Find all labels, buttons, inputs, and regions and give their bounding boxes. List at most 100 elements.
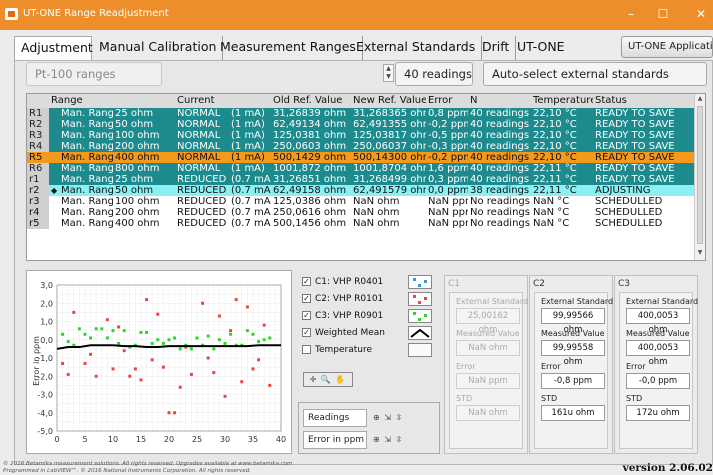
tab-ut-one[interactable]: UT-ONE — [511, 36, 571, 60]
x-axis-icons[interactable]: ⊕ ⇲ ⇳ — [373, 409, 403, 427]
cell-temperature: NaN °C — [531, 218, 593, 229]
table-row[interactable]: R4 Man. Range200 ohmNORMAL(1 mA)250,0603 … — [27, 141, 695, 152]
table-row[interactable]: R5 Man. Range400 ohmNORMAL(1 mA)500,1429 … — [27, 152, 695, 163]
close-button[interactable]: ✕ — [690, 4, 712, 24]
tab-adjustment[interactable]: Adjustment — [14, 36, 93, 60]
cell-current-ma: (1 mA) — [229, 130, 271, 141]
table-row[interactable]: r5 Man. Range400 ohmREDUCED(0.7 mA)500,14… — [27, 218, 695, 229]
legend-checkbox[interactable] — [302, 345, 311, 354]
data-point — [122, 349, 126, 353]
cell-status: READY TO SAVE — [593, 163, 695, 174]
x-axis-field[interactable]: Readings — [303, 409, 367, 427]
y-tick-label: 2,0 — [40, 299, 53, 308]
legend-swatch-icon[interactable] — [408, 275, 432, 289]
header-new-ref[interactable]: New Ref. Value — [351, 94, 426, 108]
legend-checkbox[interactable]: ✓ — [302, 311, 311, 320]
tab-measurement-ranges[interactable]: Measurement Ranges — [214, 36, 363, 60]
row-id: r3 — [27, 196, 49, 207]
legend-item[interactable]: ✓ C1: VHP R0401 — [298, 275, 440, 289]
scroll-down-arrow-icon[interactable]: ▼ — [696, 249, 704, 257]
header-temperature[interactable]: Temperature — [531, 94, 593, 108]
cell-n: 40 readings — [468, 141, 531, 152]
cell-error: -0,5 ppm — [426, 130, 468, 141]
external-standard-value: 99,99566 ohm — [541, 308, 605, 335]
x-tick-label: 40 — [276, 435, 286, 444]
cell-old-ref: 31,26839 ohm — [271, 108, 351, 119]
cell-range-value: 800 ohm — [113, 163, 175, 174]
error-value: -0,8 ppm — [541, 373, 605, 389]
error-label: Error — [456, 362, 476, 371]
table-row[interactable]: R1 Man. Range25 ohmNORMAL(1 mA)31,26839 o… — [27, 108, 695, 119]
legend-swatch-icon[interactable] — [408, 309, 432, 323]
channel-group-c1: C1 External Standard 25,00162 ohm Measured … — [444, 275, 528, 454]
range-set-selector[interactable]: Pt-100 ranges — [26, 62, 162, 86]
cell-temperature: 22,10 °C — [531, 141, 593, 152]
header-old-ref[interactable]: Old Ref. Value — [271, 94, 351, 108]
ut-one-application-button[interactable]: UT-ONE Application — [621, 36, 713, 58]
cell-current-ma: (1 mA) — [229, 108, 271, 119]
scroll-up-arrow-icon[interactable]: ▲ — [696, 95, 704, 103]
table-scrollbar[interactable]: ▲ ▼ — [694, 94, 705, 260]
cell-new-ref: 62,491355 ohm — [351, 119, 426, 130]
maximize-button[interactable]: ☐ — [652, 4, 674, 24]
y-axis-icons[interactable]: ⊕ ⇲ ⇳ — [373, 431, 403, 449]
legend-item[interactable]: ✓ Weighted Mean — [298, 326, 440, 340]
header-error[interactable]: Error — [426, 94, 468, 108]
external-standard-value: 400,0053 ohm — [626, 308, 690, 335]
table-row[interactable]: r4 Man. Range200 ohmREDUCED(0.7 mA)250,06… — [27, 207, 695, 218]
y-tick-label: -5,0 — [37, 427, 53, 436]
measured-value-label: Measured Value — [626, 329, 690, 338]
cell-range: Man. Range — [49, 108, 113, 119]
auto-select-standards-button[interactable]: Auto-select external standards — [483, 62, 707, 86]
legend-checkbox[interactable]: ✓ — [302, 328, 311, 337]
data-point — [268, 336, 272, 340]
table-row[interactable]: R3 Man. Range100 ohmNORMAL(1 mA)125,0381 … — [27, 130, 695, 141]
minimize-button[interactable]: – — [620, 4, 642, 24]
legend-item[interactable]: ✓ C2: VHP R0101 — [298, 292, 440, 306]
legend-label: C2: VHP R0101 — [315, 294, 384, 304]
data-point — [156, 338, 160, 342]
cell-current: NORMAL — [175, 130, 229, 141]
header-range[interactable]: Range — [49, 94, 113, 108]
cell-range: Man. Range — [49, 130, 113, 141]
data-point — [251, 332, 255, 336]
table-row[interactable]: R6 Man. Range800 ohmNORMAL(1 mA)1001,872 … — [27, 163, 695, 174]
y-axis-field[interactable]: Error in ppm — [303, 431, 367, 449]
data-point — [145, 330, 149, 334]
table-row[interactable]: r1 Man. Range25 ohmREDUCED(0.7 mA)31,2685… — [27, 174, 695, 185]
legend-swatch-icon[interactable] — [408, 343, 432, 357]
cell-new-ref: 125,03817 ohm — [351, 130, 426, 141]
cell-current: NORMAL — [175, 108, 229, 119]
cell-new-ref: NaN ohm — [351, 196, 426, 207]
range-label: Man. Range — [61, 218, 113, 229]
data-point — [173, 336, 177, 340]
readings-count-field[interactable]: 40 readings — [395, 62, 473, 86]
legend-item[interactable]: Temperature — [298, 343, 440, 357]
table-row[interactable]: R2 Man. Range50 ohmNORMAL(1 mA)62,49134 o… — [27, 119, 695, 130]
table-row[interactable]: r2◆Man. Range50 ohmREDUCED(0.7 mA)62,491… — [27, 185, 695, 196]
channel-group-c3: C3 External Standard 400,0053 ohm Measured … — [614, 275, 698, 454]
table-row[interactable]: r3 Man. Range100 ohmREDUCED(0.7 mA)125,03… — [27, 196, 695, 207]
data-point — [139, 330, 143, 334]
tab-manual-calibration[interactable]: Manual Calibration — [93, 36, 224, 60]
legend-checkbox[interactable]: ✓ — [302, 277, 311, 286]
legend-swatch-icon[interactable] — [408, 326, 432, 340]
header-current[interactable]: Current — [175, 94, 229, 108]
cell-n: 40 readings — [468, 119, 531, 130]
row-id: R4 — [27, 141, 49, 152]
plot-tools[interactable]: ✛ 🔍 ✋ — [303, 372, 353, 387]
readings-spinner[interactable]: ▲ ▼ — [383, 64, 394, 82]
cell-current-ma: (1 mA) — [229, 152, 271, 163]
legend-checkbox[interactable]: ✓ — [302, 294, 311, 303]
tab-external-standards[interactable]: External Standards — [350, 36, 483, 60]
header-n[interactable]: N — [468, 94, 531, 108]
legend-item[interactable]: ✓ C3: VHP R0901 — [298, 309, 440, 323]
data-point — [111, 329, 115, 333]
header-status[interactable]: Status — [593, 94, 695, 108]
scroll-thumb[interactable] — [697, 106, 703, 244]
measured-value: 99,99558 ohm — [541, 340, 605, 367]
cell-new-ref: 1001,8704 ohm — [351, 163, 426, 174]
cell-status: READY TO SAVE — [593, 174, 695, 185]
data-point — [212, 371, 216, 375]
legend-swatch-icon[interactable] — [408, 292, 432, 306]
